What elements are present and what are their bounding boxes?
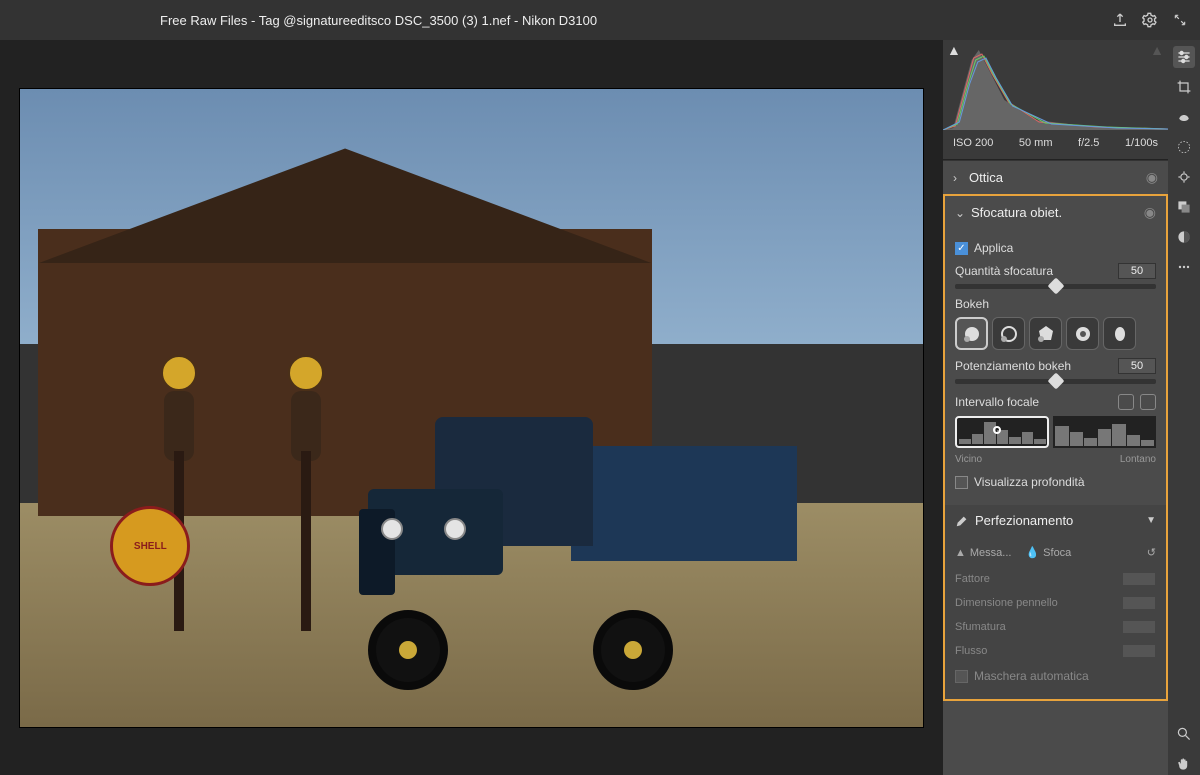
focal-range-label: Intervallo focale [955, 395, 1039, 409]
blur-amount-row: Quantità sfocatura 50 [955, 263, 1156, 289]
depth-row[interactable]: Visualizza profondità [955, 475, 1156, 489]
brush-size-row: Dimensione pennello [955, 591, 1156, 615]
panel-optics-header[interactable]: › Ottica ◉ [943, 161, 1168, 194]
bokeh-soap-button[interactable] [992, 317, 1025, 350]
bokeh-cat-button[interactable] [1103, 317, 1136, 350]
focal-far-label: Lontano [1120, 454, 1156, 465]
export-icon[interactable] [1110, 10, 1130, 30]
panel-optics-title: Ottica [969, 170, 1140, 185]
hand-icon[interactable] [1173, 753, 1195, 775]
more-icon[interactable] [1173, 256, 1195, 278]
chevron-right-icon: › [953, 171, 963, 185]
shell-sign: SHELL [110, 506, 190, 586]
focal-range: Intervallo focale [955, 394, 1156, 465]
panel-lens-blur: ⌄ Sfocatura obiet. ◉ ✓ Applica Quantità … [943, 194, 1168, 701]
panel-lens-blur-title: Sfocatura obiet. [971, 205, 1138, 220]
bokeh-boost-label: Potenziamento bokeh [955, 359, 1071, 373]
fullscreen-icon[interactable] [1170, 10, 1190, 30]
layers-icon[interactable] [1173, 196, 1195, 218]
bokeh-boost-value[interactable]: 50 [1118, 358, 1156, 374]
flow-row: Flusso [955, 639, 1156, 663]
depth-label: Visualizza profondità [974, 475, 1085, 489]
inspector-panel: ▲ ▲ ISO 200 50 mm f/2.5 1/100s › Ottica … [943, 40, 1168, 775]
highlight-clip-icon[interactable]: ▲ [1150, 42, 1164, 58]
redeye-icon[interactable] [1173, 166, 1195, 188]
apply-label: Applica [974, 241, 1013, 255]
brush-icon [955, 514, 969, 528]
depth-checkbox[interactable] [955, 476, 968, 489]
eye-icon[interactable]: ◉ [1146, 169, 1158, 186]
panel-refinement-title: Perfezionamento [975, 513, 1140, 528]
exif-focal: 50 mm [1019, 137, 1053, 149]
panel-refinement: Perfezionamento ▼ ▲ Messa... 💧 Sfoca ↺ F… [945, 505, 1166, 699]
exif-shutter: 1/100s [1125, 137, 1158, 149]
eye-icon[interactable]: ◉ [1144, 204, 1156, 221]
subject-select-icon[interactable] [1118, 394, 1134, 410]
edit-sliders-icon[interactable] [1173, 46, 1195, 68]
focal-near-label: Vicino [955, 454, 982, 465]
point-select-icon[interactable] [1140, 394, 1156, 410]
focal-map-near[interactable] [955, 416, 1049, 448]
exif-iso: ISO 200 [953, 137, 993, 149]
blur-brush-button[interactable]: 💧 Sfoca [1025, 546, 1071, 559]
bokeh-boost-row: Potenziamento bokeh 50 [955, 358, 1156, 384]
automask-label: Maschera automatica [974, 669, 1089, 683]
mask-circle-icon[interactable] [1173, 136, 1195, 158]
crop-icon[interactable] [1173, 76, 1195, 98]
factor-row: Fattore [955, 567, 1156, 591]
blur-amount-slider[interactable] [955, 284, 1156, 289]
bokeh-blade-button[interactable] [1029, 317, 1062, 350]
blur-amount-value[interactable]: 50 [1118, 263, 1156, 279]
apply-checkbox[interactable]: ✓ [955, 242, 968, 255]
chevron-down-icon: ⌄ [955, 206, 965, 220]
heal-icon[interactable] [1173, 106, 1195, 128]
feather-value[interactable] [1122, 620, 1156, 634]
tool-strip [1168, 40, 1200, 775]
canvas[interactable]: SHELL [0, 40, 943, 775]
triangle-down-icon: ▼ [1146, 515, 1156, 526]
bokeh-shape-row [955, 317, 1156, 350]
shadow-clip-icon[interactable]: ▲ [947, 42, 961, 58]
blur-amount-label: Quantità sfocatura [955, 264, 1053, 278]
exif-row: ISO 200 50 mm f/2.5 1/100s [943, 130, 1168, 156]
exif-aperture: f/2.5 [1078, 137, 1099, 149]
brush-size-value[interactable] [1122, 596, 1156, 610]
apply-row[interactable]: ✓ Applica [955, 241, 1156, 255]
feather-row: Sfumatura [955, 615, 1156, 639]
focus-brush-button[interactable]: ▲ Messa... [955, 547, 1011, 559]
automask-checkbox[interactable] [955, 670, 968, 683]
bokeh-circle-button[interactable] [955, 317, 988, 350]
top-bar: Free Raw Files - Tag @signatureeditsco D… [0, 0, 1200, 40]
automask-row[interactable]: Maschera automatica [955, 669, 1156, 683]
photo-preview: SHELL [19, 88, 924, 728]
bokeh-ring-button[interactable] [1066, 317, 1099, 350]
circle-half-icon[interactable] [1173, 226, 1195, 248]
flow-value[interactable] [1122, 644, 1156, 658]
zoom-icon[interactable] [1173, 723, 1195, 745]
panel-lens-blur-header[interactable]: ⌄ Sfocatura obiet. ◉ [945, 196, 1166, 229]
bokeh-boost-slider[interactable] [955, 379, 1156, 384]
panel-optics: › Ottica ◉ [943, 160, 1168, 194]
focal-map-far[interactable] [1053, 416, 1156, 448]
gear-icon[interactable] [1140, 10, 1160, 30]
factor-value[interactable] [1122, 572, 1156, 586]
reset-icon[interactable]: ↺ [1147, 546, 1156, 559]
panel-refinement-header[interactable]: Perfezionamento ▼ [945, 505, 1166, 536]
bokeh-label: Bokeh [955, 297, 1156, 311]
histogram[interactable]: ▲ ▲ ISO 200 50 mm f/2.5 1/100s [943, 40, 1168, 160]
file-title: Free Raw Files - Tag @signatureeditsco D… [10, 13, 1100, 28]
